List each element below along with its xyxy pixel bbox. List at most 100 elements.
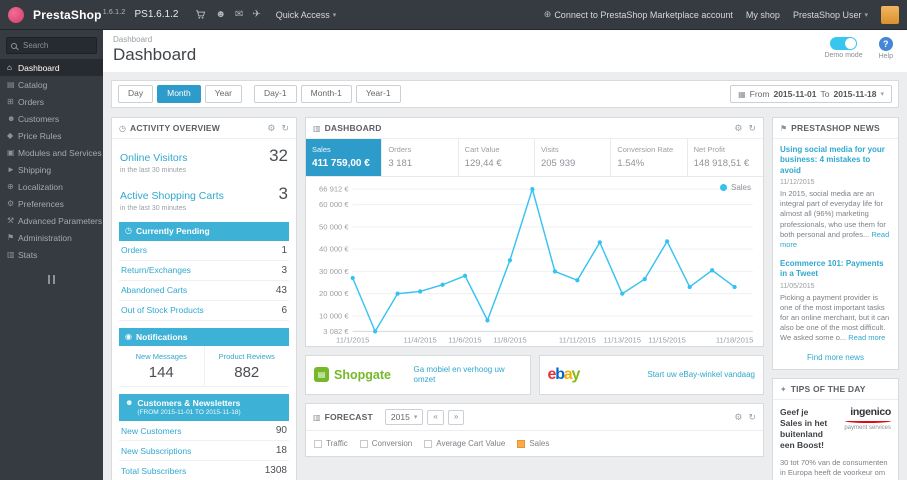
pending-orders-link[interactable]: Orders (121, 245, 147, 255)
sidebar: ⌂Dashboard ▤Catalog ⊞Orders ☻Customers ◆… (0, 30, 103, 480)
rocket-icon[interactable]: ✈ (252, 9, 260, 20)
new-subscriptions-link[interactable]: New Subscriptions (121, 446, 191, 456)
bell-icon: ◉ (125, 331, 132, 341)
shop-name-link[interactable]: PS1.6.1.2 (135, 9, 179, 20)
sidebar-item-stats[interactable]: ▥ Stats (0, 246, 103, 263)
prestashop-logo-icon[interactable] (8, 6, 24, 23)
dashboard-panel: ▥ DASHBOARD ⚙ ↻ Sales 411 759,00 € Orders 3… (305, 117, 764, 347)
filter-month-1-button[interactable]: Month-1 (300, 85, 352, 103)
quick-access-menu[interactable]: Quick Access ▾ (276, 10, 337, 20)
forecast-legend-conversion[interactable]: Conversion (359, 439, 412, 448)
sidebar-item-localization[interactable]: ⊕ Localization (0, 178, 103, 195)
page-title: Dashboard (113, 45, 197, 64)
product-reviews-cell[interactable]: Product Reviews 882 (203, 346, 290, 387)
sales-chart-area: Sales 3 082 €10 000 €20 000 €30 000 €40 … (306, 177, 763, 346)
news-article-title-link[interactable]: Using social media for your business: 4 … (780, 145, 891, 176)
total-subscribers-link[interactable]: Total Subscribers (121, 466, 186, 476)
forecast-legend-sales[interactable]: Sales (517, 439, 549, 448)
orders-cart-icon[interactable] (195, 9, 206, 20)
sidebar-collapse-button[interactable] (0, 275, 103, 284)
marketplace-link[interactable]: ⊕ Connect to PrestaShop Marketplace accou… (544, 9, 733, 20)
date-from-value: 2015-11-01 (773, 89, 817, 99)
sidebar-item-orders[interactable]: ⊞ Orders (0, 93, 103, 110)
date-range-button[interactable]: ▦ From 2015-11-01 To 2015-11-18 ▾ (730, 85, 892, 103)
stat-tile-sales[interactable]: Sales 411 759,00 € (306, 139, 383, 176)
messages-mail-icon[interactable]: ✉ (235, 9, 243, 20)
sidebar-item-customers[interactable]: ☻ Customers (0, 110, 103, 127)
filter-month-button[interactable]: Month (157, 85, 201, 103)
filter-day-button[interactable]: Day (118, 85, 154, 103)
online-visitors-link[interactable]: Online Visitors (120, 152, 188, 164)
user-menu[interactable]: PrestaShop User ▾ (793, 10, 868, 20)
svg-text:11/13/2015: 11/13/2015 (603, 336, 641, 345)
find-more-news-link[interactable]: Find more news (780, 352, 891, 362)
stat-tile-orders[interactable]: Orders 3 181 (382, 139, 459, 176)
stat-tile-visits[interactable]: Visits 205 939 (535, 139, 612, 176)
sidebar-item-dashboard[interactable]: ⌂ Dashboard (0, 59, 103, 76)
legend-dot-icon (719, 184, 727, 191)
sidebar-item-preferences[interactable]: ⚙ Preferences (0, 195, 103, 212)
module-ads-row: ▤ Shopgate Ga mobiel en verhoog uw omzet… (305, 354, 764, 396)
shopgate-ad-link[interactable]: Ga mobiel en verhoog uw omzet (414, 365, 522, 386)
forecast-next-button[interactable]: » (447, 409, 465, 425)
refresh-icon[interactable]: ↻ (748, 123, 756, 133)
sidebar-item-advanced-parameters[interactable]: ⚒ Advanced Parameters (0, 212, 103, 229)
help-label: Help (878, 53, 893, 60)
active-carts-row: Active Shopping Carts 3 (119, 177, 289, 204)
search-input[interactable] (21, 40, 92, 51)
out-of-stock-link[interactable]: Out of Stock Products (121, 305, 204, 315)
active-carts-link[interactable]: Active Shopping Carts (120, 190, 224, 202)
date-filter-bar: Day Month Year Day-1 Month-1 Year-1 ▦ Fr… (111, 80, 899, 108)
total-subscribers-row: Total Subscribers 1308 (119, 461, 289, 480)
ebay-ad-link[interactable]: Start uw eBay-winkel vandaag (647, 370, 755, 380)
brand-name[interactable]: PrestaShop1.6.1.2 (33, 8, 126, 22)
forecast-prev-button[interactable]: « (427, 409, 444, 425)
svg-text:20 000 €: 20 000 € (319, 289, 349, 298)
settings-gear-icon[interactable]: ⚙ (734, 412, 742, 422)
stat-tile-conversion-rate[interactable]: Conversion Rate 1.54% (611, 139, 688, 176)
sidebar-item-catalog[interactable]: ▤ Catalog (0, 76, 103, 93)
sidebar-item-modules-and-services[interactable]: ▣ Modules and Services (0, 144, 103, 161)
sidebar-item-shipping[interactable]: ► Shipping (0, 161, 103, 178)
date-to-value: 2015-11-18 (833, 89, 877, 99)
my-shop-link[interactable]: My shop (746, 10, 780, 20)
tips-headline: Geef je Sales in het buitenland een Boos… (780, 407, 828, 451)
ingenico-logo: ingenico payment services (844, 406, 891, 431)
activity-overview-icon: ◷ (119, 123, 126, 133)
stat-tile-cart-value[interactable]: Cart Value 129,44 € (459, 139, 535, 176)
settings-gear-icon[interactable]: ⚙ (267, 123, 275, 133)
svg-text:11/1/2015: 11/1/2015 (336, 336, 369, 345)
svg-text:66 912 €: 66 912 € (319, 185, 349, 194)
page-header: Dashboard Dashboard Demo mode ? Help (103, 30, 907, 72)
stat-tile-net-profit[interactable]: Net Profit 148 918,51 € (688, 139, 763, 176)
cart-icon: ⊞ (7, 97, 14, 106)
chart-legend[interactable]: Sales (719, 183, 751, 192)
svg-text:11/11/2015: 11/11/2015 (559, 336, 596, 345)
new-customers-link[interactable]: New Customers (121, 426, 181, 436)
demo-mode-toggle[interactable] (830, 37, 858, 50)
filter-day-1-button[interactable]: Day-1 (253, 85, 297, 103)
avatar[interactable] (881, 5, 899, 24)
sidebar-item-price-rules[interactable]: ◆ Price Rules (0, 127, 103, 144)
customers-person-icon[interactable]: ☻ (215, 9, 226, 20)
filter-year-button[interactable]: Year (204, 85, 242, 103)
filter-year-1-button[interactable]: Year-1 (355, 85, 401, 103)
sidebar-item-administration[interactable]: ⚑ Administration (0, 229, 103, 246)
tag-icon: ◆ (7, 131, 14, 140)
breadcrumb: Dashboard (113, 35, 153, 44)
refresh-icon[interactable]: ↻ (281, 123, 289, 133)
pending-orders-row: Orders 1 (119, 241, 289, 261)
refresh-icon[interactable]: ↻ (748, 412, 756, 422)
help-button[interactable]: ? (878, 37, 893, 51)
forecast-legend-average-cart-value[interactable]: Average Cart Value (424, 439, 505, 448)
news-article-date: 11/05/2015 (780, 282, 815, 290)
pending-returns-link[interactable]: Return/Exchanges (121, 265, 191, 275)
news-article-title-link[interactable]: Ecommerce 101: Payments in a Tweet (780, 259, 891, 280)
forecast-year-select[interactable]: 2015 ▾ (384, 409, 424, 426)
read-more-link[interactable]: Read more (848, 333, 885, 342)
settings-gear-icon[interactable]: ⚙ (734, 123, 742, 133)
forecast-legend-traffic[interactable]: Traffic (314, 439, 348, 448)
abandoned-carts-link[interactable]: Abandoned Carts (121, 285, 187, 295)
news-article-date: 11/12/2015 (780, 179, 815, 187)
new-messages-cell[interactable]: New Messages 144 (119, 346, 204, 386)
